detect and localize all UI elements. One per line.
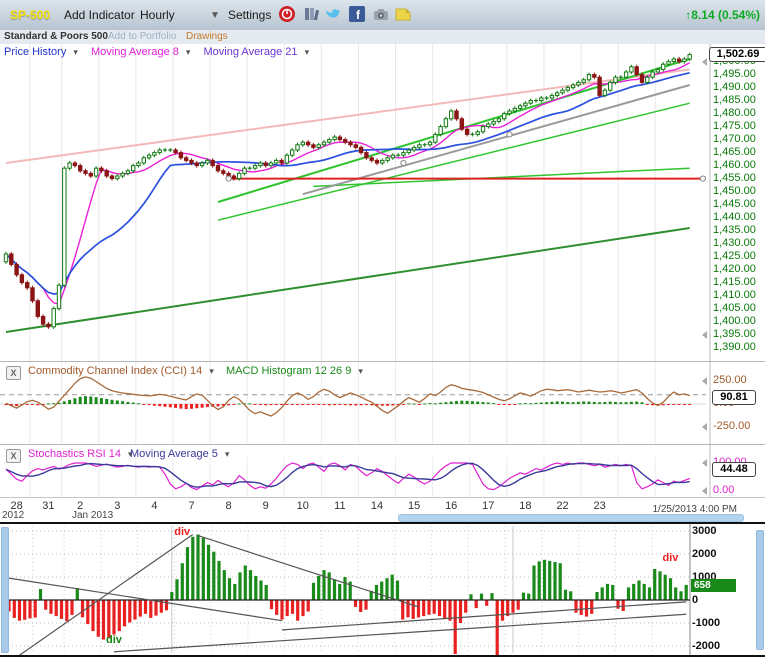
day-tick-label: 10: [297, 500, 309, 512]
histogram-tick-label: 2000: [692, 548, 716, 560]
price-history-dropdown[interactable]: Price History ▾: [4, 46, 78, 58]
ma21-dropdown[interactable]: Moving Average 21 ▾: [204, 46, 310, 58]
price-tick-label: 1,400.00: [713, 315, 756, 327]
price-chart-canvas[interactable]: [0, 44, 765, 361]
histogram-tick-label: -2000: [692, 640, 720, 652]
price-tick-label: 1,405.00: [713, 302, 756, 314]
price-tick-label: 1,440.00: [713, 211, 756, 223]
day-tick-label: 11: [334, 500, 345, 512]
right-scrollbar[interactable]: [756, 530, 764, 650]
divergence-label: div: [174, 526, 190, 538]
day-tick-label: 8: [226, 500, 232, 512]
price-tick-label: 1,425.00: [713, 250, 756, 262]
close-cci-button[interactable]: X: [6, 366, 21, 380]
snapshot-icon[interactable]: [372, 5, 390, 23]
symbol-label[interactable]: SP-500: [10, 8, 50, 22]
price-tick-label: 1,420.00: [713, 263, 756, 275]
day-tick-label: 7: [188, 500, 194, 512]
axis-marker-icon: [702, 487, 707, 495]
horizontal-scrollbar[interactable]: [398, 514, 744, 522]
histogram-tick-label: 0: [692, 594, 698, 606]
histogram-tick-label: -1000: [692, 617, 720, 629]
interval-dropdown[interactable]: Hourly: [140, 8, 175, 22]
price-tick-label: 1,435.00: [713, 224, 756, 236]
day-tick-label: 31: [42, 500, 54, 512]
macd-dropdown[interactable]: MACD Histogram 12 26 9 ▾: [226, 365, 363, 377]
day-tick-label: 22: [556, 500, 568, 512]
day-tick-label: 9: [263, 500, 269, 512]
day-tick-label: 4: [151, 500, 157, 512]
alerts-icon[interactable]: [278, 5, 296, 23]
price-tick-label: 1,445.00: [713, 198, 756, 210]
axis-marker-icon: [702, 331, 707, 339]
symbol-fullname: Standard & Poors 500: [4, 31, 108, 42]
price-tick-label: 1,410.00: [713, 289, 756, 301]
add-to-portfolio-link[interactable]: Add to Portfolio: [108, 31, 176, 42]
facebook-icon[interactable]: f: [348, 5, 366, 23]
histogram-panel: 3000200010000-1000-2000 658 divdivdiv: [0, 522, 765, 657]
price-tick-label: 1,415.00: [713, 276, 756, 288]
last-price-box: 1,502.69: [709, 47, 765, 62]
year-label: 2012: [2, 510, 24, 521]
drawings-link[interactable]: Drawings: [186, 31, 228, 42]
axis-marker-icon: [702, 423, 707, 431]
price-tick-label: 1,485.00: [713, 94, 756, 106]
library-icon[interactable]: [302, 5, 320, 23]
day-tick-label: 18: [519, 500, 531, 512]
cci-tick-label: -250.00: [713, 420, 750, 432]
axis-marker-icon: [702, 377, 707, 385]
cci-value-box: 90.81: [712, 390, 756, 405]
day-tick-label: 16: [445, 500, 457, 512]
day-tick-label: 15: [408, 500, 420, 512]
left-scrollbar[interactable]: [1, 527, 9, 653]
axis-marker-icon: [702, 459, 707, 467]
cci-panel: X Commodity Channel Index (CCI) 14 ▾ MAC…: [0, 362, 765, 444]
stoch-value-box: 44.48: [712, 462, 756, 477]
price-tick-label: 1,495.00: [713, 68, 756, 80]
price-tick-label: 1,450.00: [713, 185, 756, 197]
price-tick-label: 1,480.00: [713, 107, 756, 119]
stoch-tick-label: 0.00: [713, 484, 734, 496]
price-legend: Price History ▾ Moving Average 8 ▾ Movin…: [4, 46, 319, 58]
day-tick-label: 17: [482, 500, 494, 512]
symbol-subbar: Standard & Poors 500 Add to Portfolio Dr…: [0, 30, 765, 45]
axis-marker-icon: [702, 58, 707, 66]
cci-tick-label: 250.00: [713, 374, 747, 386]
histogram-value-badge: 658: [691, 579, 736, 592]
price-tick-label: 1,490.00: [713, 81, 756, 93]
price-history-panel: Price History ▾ Moving Average 8 ▾ Movin…: [0, 44, 765, 361]
date-axis: 2831234789101114151617182223 2012 Jan 20…: [0, 497, 765, 523]
histogram-tick-label: 3000: [692, 525, 716, 537]
cci-dropdown[interactable]: Commodity Channel Index (CCI) 14 ▾: [28, 365, 214, 377]
divergence-label: div: [106, 634, 122, 646]
settings-button[interactable]: Settings: [228, 8, 271, 22]
price-tick-label: 1,390.00: [713, 341, 756, 353]
charting-app: SP-500 Add Indicator Hourly ▼ Settings f…: [0, 0, 765, 657]
day-tick-label: 23: [593, 500, 605, 512]
stoch-rsi-dropdown[interactable]: Stochastics RSI 14 ▾: [28, 448, 133, 460]
divergence-label: div: [663, 552, 679, 564]
stoch-ma-dropdown[interactable]: Moving Average 5 ▾: [130, 448, 229, 460]
main-toolbar: SP-500 Add Indicator Hourly ▼ Settings f…: [0, 0, 765, 31]
close-stoch-button[interactable]: X: [6, 449, 21, 463]
price-tick-label: 1,430.00: [713, 237, 756, 249]
notes-icon[interactable]: [394, 5, 412, 23]
price-tick-label: 1,455.00: [713, 172, 756, 184]
price-tick-label: 1,395.00: [713, 328, 756, 340]
twitter-icon[interactable]: [324, 5, 342, 23]
add-indicator-button[interactable]: Add Indicator: [64, 8, 135, 22]
day-tick-label: 3: [114, 500, 120, 512]
month-label: Jan 2013: [72, 510, 113, 521]
price-tick-label: 1,465.00: [713, 146, 756, 158]
ma8-dropdown[interactable]: Moving Average 8 ▾: [91, 46, 190, 58]
day-tick-label: 14: [371, 500, 383, 512]
price-change-indicator: ↑8.14 (0.54%): [685, 8, 760, 22]
chevron-down-icon[interactable]: ▼: [210, 10, 220, 21]
price-tick-label: 1,475.00: [713, 120, 756, 132]
price-tick-label: 1,460.00: [713, 159, 756, 171]
stochastics-panel: X Stochastics RSI 14 ▾ Moving Average 5 …: [0, 445, 765, 497]
price-tick-label: 1,470.00: [713, 133, 756, 145]
